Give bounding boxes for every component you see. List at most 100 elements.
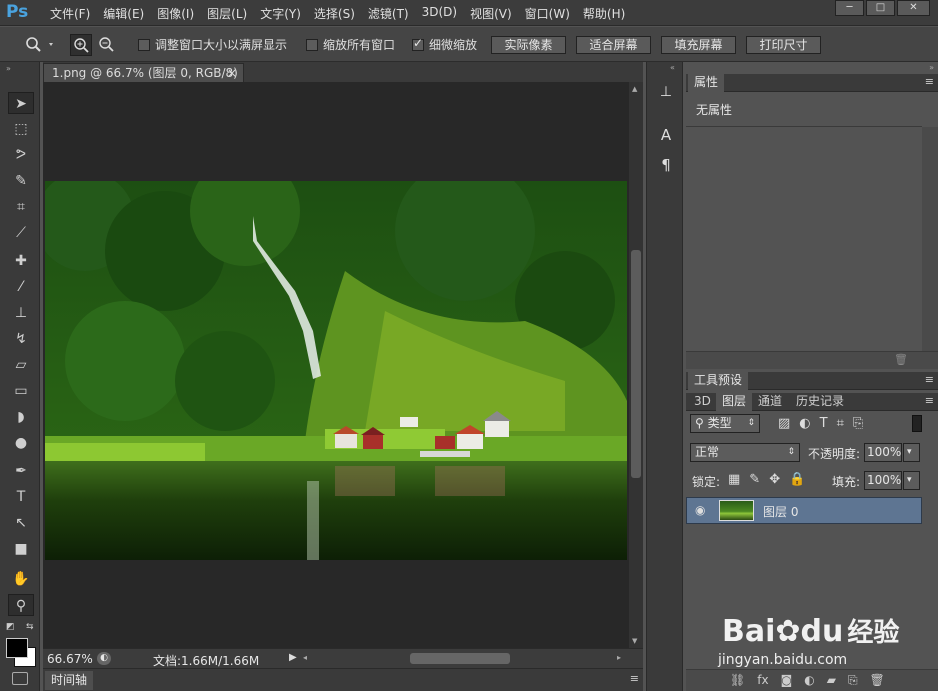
status-info-icon[interactable]: ◐ bbox=[97, 652, 111, 665]
menu-file[interactable]: 文件(F) bbox=[50, 5, 90, 22]
quick-select-tool-icon[interactable]: ✎ bbox=[8, 170, 34, 192]
blend-mode-select[interactable]: 正常 ⇕ bbox=[690, 443, 800, 462]
scroll-down-icon[interactable]: ▼ bbox=[632, 637, 637, 645]
delete-layer-icon[interactable]: 🗑 bbox=[870, 673, 885, 688]
menu-3d[interactable]: 3D(D) bbox=[422, 5, 457, 22]
default-colors-icon[interactable]: ◩ bbox=[6, 622, 15, 632]
zoom-tool-icon[interactable]: ⚲ bbox=[8, 594, 34, 616]
move-tool-icon[interactable]: ➤ bbox=[8, 92, 34, 114]
type-tool-icon[interactable]: T bbox=[8, 486, 34, 508]
fit-screen-button[interactable]: 适合屏幕 bbox=[576, 36, 651, 54]
zoom-tool-preset-icon[interactable] bbox=[25, 36, 57, 54]
new-layer-icon[interactable]: ⎘ bbox=[848, 673, 858, 688]
eraser-tool-icon[interactable]: ▱ bbox=[8, 354, 34, 376]
opacity-input[interactable]: 100% bbox=[864, 443, 902, 462]
timeline-menu-icon[interactable]: ≡ bbox=[630, 672, 639, 685]
properties-trash-icon[interactable]: 🗑 bbox=[894, 353, 908, 366]
link-layers-icon[interactable]: ⛓ bbox=[730, 673, 745, 688]
lock-transparent-icon[interactable]: ▦ bbox=[728, 472, 740, 487]
properties-menu-icon[interactable]: ≡ bbox=[925, 75, 934, 88]
print-size-button[interactable]: 打印尺寸 bbox=[746, 36, 821, 54]
filter-smart-object-icon[interactable]: ⎘ bbox=[853, 416, 863, 431]
menu-select[interactable]: 选择(S) bbox=[314, 5, 355, 22]
tab-history[interactable]: 历史记录 bbox=[790, 393, 850, 411]
menu-filter[interactable]: 滤镜(T) bbox=[368, 5, 409, 22]
tool-presets-tab[interactable]: 工具预设 bbox=[688, 372, 749, 390]
crop-tool-icon[interactable]: ⌗ bbox=[8, 196, 34, 218]
layer-style-fx-icon[interactable]: fx bbox=[757, 673, 768, 688]
menu-help[interactable]: 帮助(H) bbox=[583, 5, 625, 22]
zoom-in-mode-button[interactable] bbox=[70, 34, 92, 56]
vertical-scrollbar[interactable]: ▲ ▼ bbox=[629, 82, 643, 648]
filter-adjustment-icon[interactable]: ◐ bbox=[799, 416, 810, 431]
path-select-tool-icon[interactable]: ↖ bbox=[8, 512, 34, 534]
zoom-level[interactable]: 66.67% bbox=[47, 652, 93, 666]
timeline-tab[interactable]: 时间轴 bbox=[45, 671, 94, 690]
canvas-area[interactable] bbox=[43, 82, 629, 648]
shape-tool-icon[interactable]: ■ bbox=[8, 538, 34, 560]
eyedropper-tool-icon[interactable]: ⟋ bbox=[8, 222, 34, 244]
new-group-icon[interactable]: ▰ bbox=[827, 673, 836, 688]
dodge-tool-icon[interactable]: ● bbox=[8, 432, 34, 454]
tab-channels[interactable]: 通道 bbox=[752, 393, 788, 411]
zoom-out-mode-button[interactable] bbox=[96, 34, 118, 56]
actual-pixels-button[interactable]: 实际像素 bbox=[491, 36, 566, 54]
blur-tool-icon[interactable]: ◗ bbox=[8, 406, 34, 428]
character-panel-icon[interactable]: A bbox=[656, 126, 676, 150]
history-brush-tool-icon[interactable]: ↯ bbox=[8, 328, 34, 350]
resize-window-checkbox[interactable] bbox=[138, 38, 150, 51]
filter-pixel-icon[interactable]: ▨ bbox=[778, 416, 790, 431]
scroll-up-icon[interactable]: ▲ bbox=[632, 85, 637, 93]
scroll-right-icon[interactable]: ▸ bbox=[617, 653, 621, 662]
layers-menu-icon[interactable]: ≡ bbox=[925, 394, 934, 407]
lasso-tool-icon[interactable]: ᕗ bbox=[8, 144, 34, 166]
layer-name[interactable]: 图层 0 bbox=[763, 503, 798, 520]
menu-type[interactable]: 文字(Y) bbox=[260, 5, 301, 22]
menu-window[interactable]: 窗口(W) bbox=[525, 5, 570, 22]
layer-row[interactable]: ◉ 图层 0 bbox=[686, 497, 922, 524]
hand-tool-icon[interactable]: ✋ bbox=[8, 568, 34, 590]
menu-image[interactable]: 图像(I) bbox=[157, 5, 194, 22]
collapse-right-icon[interactable]: » bbox=[929, 63, 934, 72]
tool-presets-menu-icon[interactable]: ≡ bbox=[925, 373, 934, 386]
healing-brush-tool-icon[interactable]: ✚ bbox=[8, 250, 34, 272]
expand-panels-icon[interactable]: « bbox=[670, 63, 675, 72]
fill-screen-button[interactable]: 填充屏幕 bbox=[661, 36, 736, 54]
close-button[interactable]: ✕ bbox=[897, 0, 930, 16]
menu-layer[interactable]: 图层(L) bbox=[207, 5, 247, 22]
zoom-all-option[interactable]: 缩放所有窗口 bbox=[306, 36, 395, 53]
pen-tool-icon[interactable]: ✒ bbox=[8, 460, 34, 482]
properties-tab[interactable]: 属性 bbox=[688, 74, 725, 92]
resize-window-option[interactable]: 调整窗口大小以满屏显示 bbox=[138, 36, 287, 53]
document-tab-close-icon[interactable]: × bbox=[227, 64, 237, 82]
filter-type-icon[interactable]: T bbox=[820, 416, 828, 431]
vertical-scroll-thumb[interactable] bbox=[631, 250, 641, 478]
layer-visibility-eye-icon[interactable]: ◉ bbox=[695, 503, 705, 517]
opacity-dropdown-icon[interactable]: ▾ bbox=[903, 443, 920, 462]
brush-tool-icon[interactable]: ⁄ bbox=[8, 276, 34, 298]
swap-colors-icon[interactable]: ⇆ bbox=[26, 622, 34, 632]
minimize-button[interactable]: ─ bbox=[835, 0, 864, 16]
fill-input[interactable]: 100% bbox=[864, 471, 902, 490]
collapse-tools-icon[interactable]: » bbox=[6, 64, 11, 73]
filter-toggle[interactable] bbox=[912, 415, 922, 432]
scrubby-zoom-option[interactable]: 细微缩放 bbox=[412, 36, 477, 53]
paragraph-panel-icon[interactable]: ¶ bbox=[656, 156, 676, 180]
horizontal-scroll-thumb[interactable] bbox=[410, 653, 510, 664]
menu-edit[interactable]: 编辑(E) bbox=[103, 5, 144, 22]
quick-mask-icon[interactable] bbox=[12, 672, 28, 685]
lock-all-icon[interactable]: 🔒 bbox=[789, 472, 805, 487]
marquee-tool-icon[interactable]: ⬚ bbox=[8, 118, 34, 140]
foreground-color-swatch[interactable] bbox=[6, 638, 28, 658]
new-adjustment-icon[interactable]: ◐ bbox=[804, 673, 814, 688]
scrubby-zoom-checkbox[interactable] bbox=[412, 36, 424, 51]
status-menu-arrow-icon[interactable]: ▶ bbox=[289, 652, 297, 663]
lock-position-icon[interactable]: ✥ bbox=[769, 472, 780, 487]
add-mask-icon[interactable]: ◙ bbox=[781, 673, 793, 688]
fill-dropdown-icon[interactable]: ▾ bbox=[903, 471, 920, 490]
properties-scroll-track[interactable] bbox=[922, 127, 938, 352]
document-tab[interactable]: 1.png @ 66.7% (图层 0, RGB/8) × bbox=[43, 63, 244, 82]
menu-view[interactable]: 视图(V) bbox=[470, 5, 512, 22]
stamp-panel-icon[interactable]: ⊥ bbox=[656, 84, 676, 108]
filter-shape-icon[interactable]: ⌗ bbox=[837, 416, 844, 431]
